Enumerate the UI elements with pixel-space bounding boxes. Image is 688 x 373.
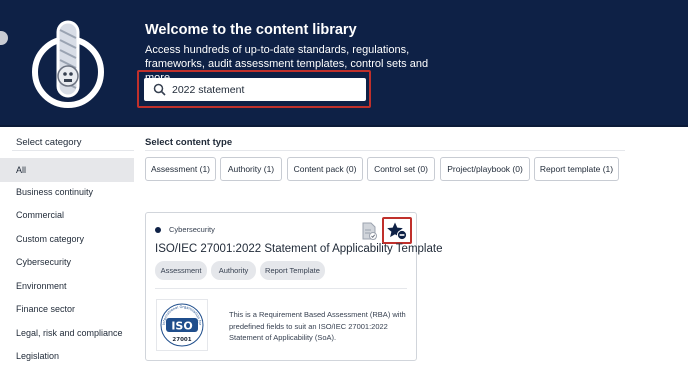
- category-dot: [155, 227, 161, 233]
- sidebar-item-all[interactable]: All: [0, 158, 134, 182]
- filter-chip-content-pack[interactable]: Content pack (0): [287, 157, 363, 181]
- banner-bottom-border: [0, 125, 688, 127]
- tag-assessment: Assessment: [155, 261, 207, 280]
- filter-chip-authority[interactable]: Authority (1): [220, 157, 282, 181]
- iso-27001-logo: International Organization for Standardi…: [156, 299, 208, 351]
- filter-chip-control-set[interactable]: Control set (0): [367, 157, 435, 181]
- star-remove-icon[interactable]: [386, 221, 408, 241]
- card-divider: [155, 288, 407, 289]
- page-title: Welcome to the content library: [145, 22, 357, 38]
- sidebar-item-commercial[interactable]: Commercial: [0, 203, 134, 227]
- sidebar-item-business-continuity[interactable]: Business continuity: [0, 180, 134, 204]
- content-type-header: Select content type: [145, 137, 233, 148]
- content-card[interactable]: Cybersecurity ISO/IEC 27001:2022 Stateme…: [145, 212, 442, 361]
- document-check-icon: [362, 222, 377, 240]
- content-type-divider: [145, 150, 625, 151]
- tag-authority: Authority: [211, 261, 256, 280]
- sidebar-item-cybersecurity[interactable]: Cybersecurity: [0, 250, 134, 274]
- search-input[interactable]: [170, 83, 355, 96]
- iso-mark: ISO: [171, 320, 192, 333]
- sidebar-item-legislation[interactable]: Legislation: [0, 344, 134, 368]
- tag-report-template: Report Template: [260, 261, 325, 280]
- filter-chip-assessment[interactable]: Assessment (1): [145, 157, 216, 181]
- filter-chip-report-template[interactable]: Report template (1): [534, 157, 619, 181]
- iso-number: 27001: [172, 337, 191, 343]
- sidebar-item-environment[interactable]: Environment: [0, 274, 134, 298]
- card-title[interactable]: ISO/IEC 27001:2022 Statement of Applicab…: [155, 243, 442, 255]
- category-header: Select category: [16, 137, 82, 148]
- filter-chip-project-playbook[interactable]: Project/playbook (0): [440, 157, 530, 181]
- sidebar-divider: [12, 150, 134, 151]
- search-icon: [148, 78, 170, 101]
- sidebar-item-legal-risk-compliance[interactable]: Legal, risk and compliance: [0, 321, 134, 345]
- search-box[interactable]: [144, 78, 366, 101]
- card-description: This is a Requirement Based Assessment (…: [229, 310, 406, 342]
- library-logo: [32, 20, 104, 108]
- card-category: Cybersecurity: [169, 225, 215, 234]
- sidebar-item-custom-category[interactable]: Custom category: [0, 227, 134, 251]
- sidebar-item-finance-sector[interactable]: Finance sector: [0, 297, 134, 321]
